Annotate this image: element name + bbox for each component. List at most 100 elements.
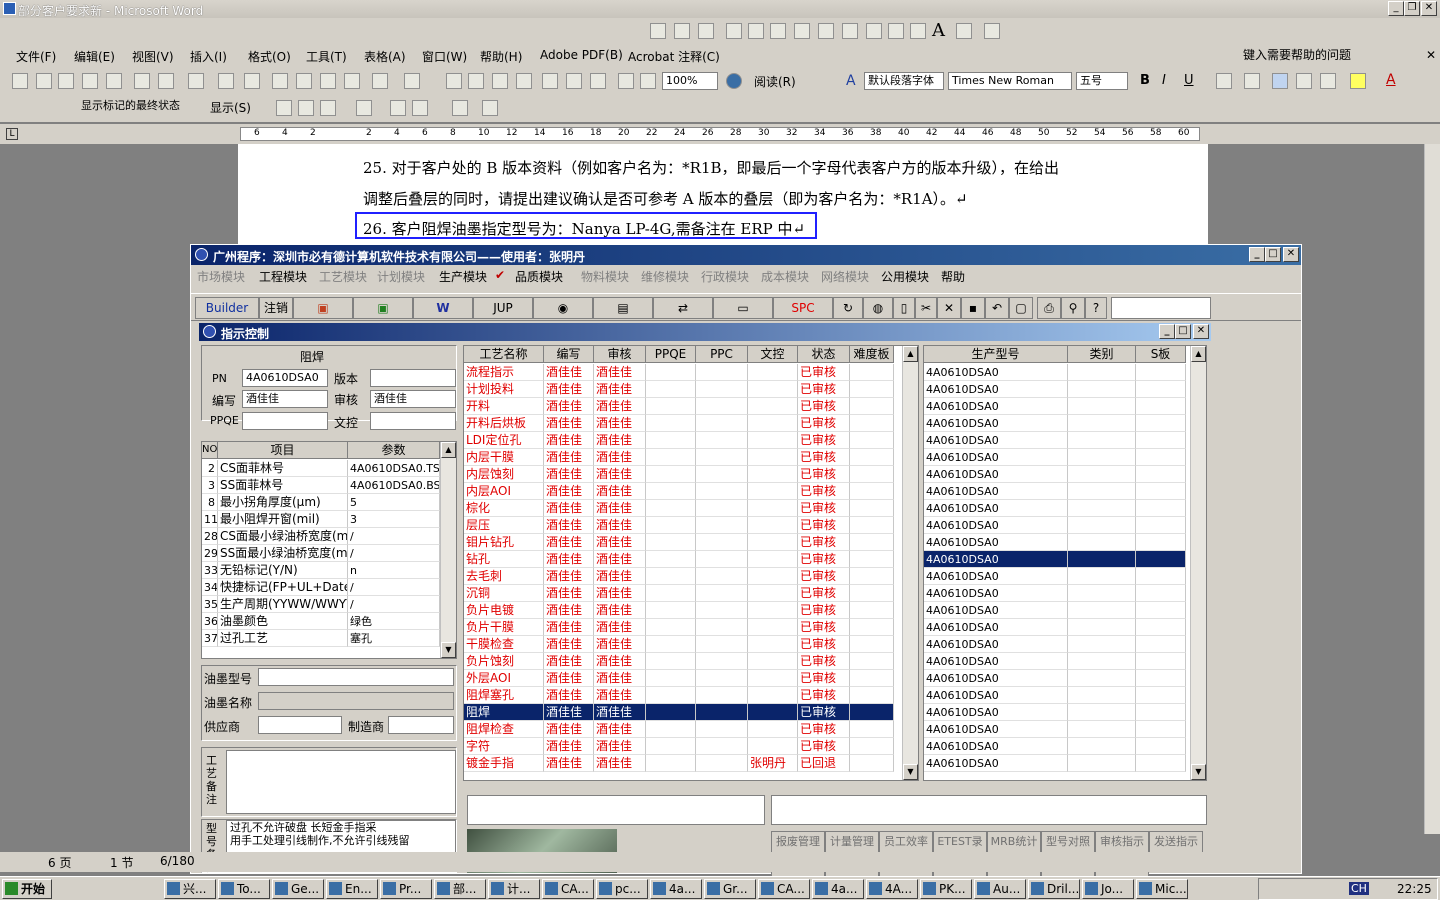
maker-select[interactable] xyxy=(388,716,454,734)
table-row[interactable]: 阻焊 酒佳佳 酒佳佳 已审核 xyxy=(464,704,894,721)
show-hide-icon[interactable] xyxy=(618,73,634,89)
proc-header[interactable]: 文控 xyxy=(748,346,798,363)
proc-header[interactable]: 工艺名称 xyxy=(464,346,544,363)
textbox-icon[interactable] xyxy=(748,23,764,39)
process-note-field[interactable] xyxy=(226,750,456,814)
erp-minimize-icon[interactable]: _ xyxy=(1249,247,1265,262)
tab-stop-icon[interactable]: L xyxy=(6,128,18,140)
save-tool-icon[interactable]: ▪ xyxy=(961,297,985,319)
bottom-left-select[interactable] xyxy=(467,795,765,825)
bottom-button[interactable]: 计量管理 xyxy=(825,831,879,853)
spell-icon[interactable] xyxy=(218,73,234,89)
menu-plan[interactable]: 计划模块 xyxy=(377,268,425,285)
computer-icon[interactable]: ▭ xyxy=(713,297,773,319)
table-row[interactable]: 8 最小拐角厚度(μm) 5 xyxy=(202,494,440,511)
task-button[interactable]: 4A... xyxy=(866,879,918,899)
erp-maximize-icon[interactable]: □ xyxy=(1265,247,1281,262)
table-row[interactable]: 4A0610DSA0 xyxy=(924,704,1186,721)
table-row[interactable]: 4A0610DSA0 xyxy=(924,755,1186,772)
cancel-button[interactable]: 注销 xyxy=(259,297,293,319)
params-grid[interactable]: NO 项目 参数 2 CS面菲林号 4A0610DSA0.TS 3 SS面菲林号 4A06… xyxy=(201,441,457,659)
task-button[interactable]: 4a... xyxy=(812,879,864,899)
prev-change-icon[interactable] xyxy=(276,100,292,116)
border-a-icon[interactable] xyxy=(1216,73,1232,89)
table-row[interactable]: 11 最小阻焊开窗(mil) 3 xyxy=(202,511,440,528)
inner-close-icon[interactable]: ✕ xyxy=(1193,324,1209,339)
table-row[interactable]: 干膜检查 酒佳佳 酒佳佳 已审核 xyxy=(464,636,894,653)
model-scroll-up-icon[interactable]: ▲ xyxy=(1191,346,1206,362)
task-button[interactable]: CA... xyxy=(542,879,594,899)
table-row[interactable]: 34快捷标记(FP+UL+DateCo/ xyxy=(202,579,440,596)
table-row[interactable]: 4A0610DSA0 xyxy=(924,398,1186,415)
proc-header[interactable]: 难度板 xyxy=(850,346,894,363)
paste-icon[interactable] xyxy=(320,73,336,89)
bottom-button[interactable]: 审核指示 xyxy=(1095,831,1149,853)
menu-tools[interactable]: 工具(T) xyxy=(306,48,347,65)
cut-tool-icon[interactable]: ✂ xyxy=(915,297,937,319)
builder-button[interactable]: Builder xyxy=(195,297,259,319)
spin-icon[interactable] xyxy=(888,23,904,39)
indent-icon[interactable] xyxy=(1320,73,1336,89)
task-button[interactable]: PK... xyxy=(920,879,972,899)
task-button[interactable]: 计... xyxy=(488,879,540,899)
task-button[interactable]: Mic... xyxy=(1136,879,1188,899)
table-row[interactable]: 内层AOI 酒佳佳 酒佳佳 已审核 xyxy=(464,483,894,500)
table-row[interactable]: 内层蚀刻 酒佳佳 酒佳佳 已审核 xyxy=(464,466,894,483)
bottom-button[interactable]: 型号对照 xyxy=(1041,831,1095,853)
menu-common[interactable]: 公用模块 xyxy=(881,268,929,285)
table-row[interactable]: 28 CS面最小绿油桥宽度(m / xyxy=(202,528,440,545)
read-button[interactable]: 阅读(R) xyxy=(754,73,796,90)
model-grid[interactable]: 生产型号 类别 S板 4A0610DSA0 4A0610DSA0 4A0610DSA… xyxy=(923,345,1207,781)
proc-scroll-down-icon[interactable]: ▼ xyxy=(903,764,918,780)
table-row[interactable]: 4A0610DSA0 xyxy=(924,568,1186,585)
table-row[interactable]: 4A0610DSA0 xyxy=(924,602,1186,619)
view-icon[interactable]: ◉ xyxy=(533,297,593,319)
table-row[interactable]: 4A0610DSA0 xyxy=(924,551,1186,568)
table-row[interactable]: 沉铜 酒佳佳 酒佳佳 已审核 xyxy=(464,585,894,602)
table-row[interactable]: 4A0610DSA0 xyxy=(924,738,1186,755)
table-row[interactable]: 钼片钻孔 酒佳佳 酒佳佳 已审核 xyxy=(464,534,894,551)
task-button[interactable]: Au... xyxy=(974,879,1026,899)
size-select[interactable]: 五号 xyxy=(1076,72,1128,90)
menu-insert[interactable]: 插入(I) xyxy=(190,48,227,65)
table-row[interactable]: 镀金手指 酒佳佳 酒佳佳 张明丹 已回退 xyxy=(464,755,894,772)
table-row[interactable]: 负片蚀刻 酒佳佳 酒佳佳 已审核 xyxy=(464,653,894,670)
combo-icon[interactable] xyxy=(842,23,858,39)
bottom-right-field[interactable] xyxy=(771,795,1207,825)
columns-icon[interactable] xyxy=(542,73,558,89)
task-button[interactable]: To... xyxy=(218,879,270,899)
track-icon[interactable] xyxy=(452,100,468,116)
align-icon[interactable] xyxy=(1244,73,1260,89)
scroll-down-icon[interactable]: ▼ xyxy=(441,642,456,658)
table-row[interactable]: 字符 酒佳佳 酒佳佳 已审核 xyxy=(464,738,894,755)
reject-icon[interactable] xyxy=(356,100,372,116)
word-export-icon[interactable]: W xyxy=(413,297,473,319)
menu-help[interactable]: 帮助(H) xyxy=(480,48,522,65)
tools-icon[interactable] xyxy=(984,23,1000,39)
model-scrollbar[interactable]: ▲ ▼ xyxy=(1190,346,1206,780)
supplier-select[interactable] xyxy=(258,716,342,734)
ink-type-select[interactable] xyxy=(258,668,454,686)
help-tool-icon[interactable]: ? xyxy=(1085,297,1107,319)
zoom-select[interactable]: 100% xyxy=(662,72,718,90)
draw-icon[interactable] xyxy=(650,23,666,39)
image-icon[interactable] xyxy=(956,23,972,39)
paragraph-icon[interactable] xyxy=(640,73,656,89)
report-icon[interactable]: ▣ xyxy=(293,297,353,319)
preview-icon[interactable] xyxy=(158,73,174,89)
table-row[interactable]: LDI定位孔 酒佳佳 酒佳佳 已审核 xyxy=(464,432,894,449)
print-icon[interactable] xyxy=(134,73,150,89)
ppqe-field[interactable] xyxy=(242,412,328,430)
table-row[interactable]: 4A0610DSA0 xyxy=(924,670,1186,687)
table-row[interactable]: 4A0610DSA0 xyxy=(924,432,1186,449)
table-row[interactable]: 4A0610DSA0 xyxy=(924,721,1186,738)
list-icon[interactable] xyxy=(818,23,834,39)
spc-button[interactable]: SPC xyxy=(773,297,833,319)
table-row[interactable]: 37 过孔工艺 塞孔 xyxy=(202,630,440,647)
traditional-icon[interactable] xyxy=(188,73,204,89)
frame-icon[interactable] xyxy=(910,23,926,39)
table-row[interactable]: 4A0610DSA0 xyxy=(924,534,1186,551)
globe-icon[interactable]: ◍ xyxy=(863,297,893,319)
drawing-icon[interactable] xyxy=(566,73,582,89)
table-row[interactable]: 去毛刺 酒佳佳 酒佳佳 已审核 xyxy=(464,568,894,585)
